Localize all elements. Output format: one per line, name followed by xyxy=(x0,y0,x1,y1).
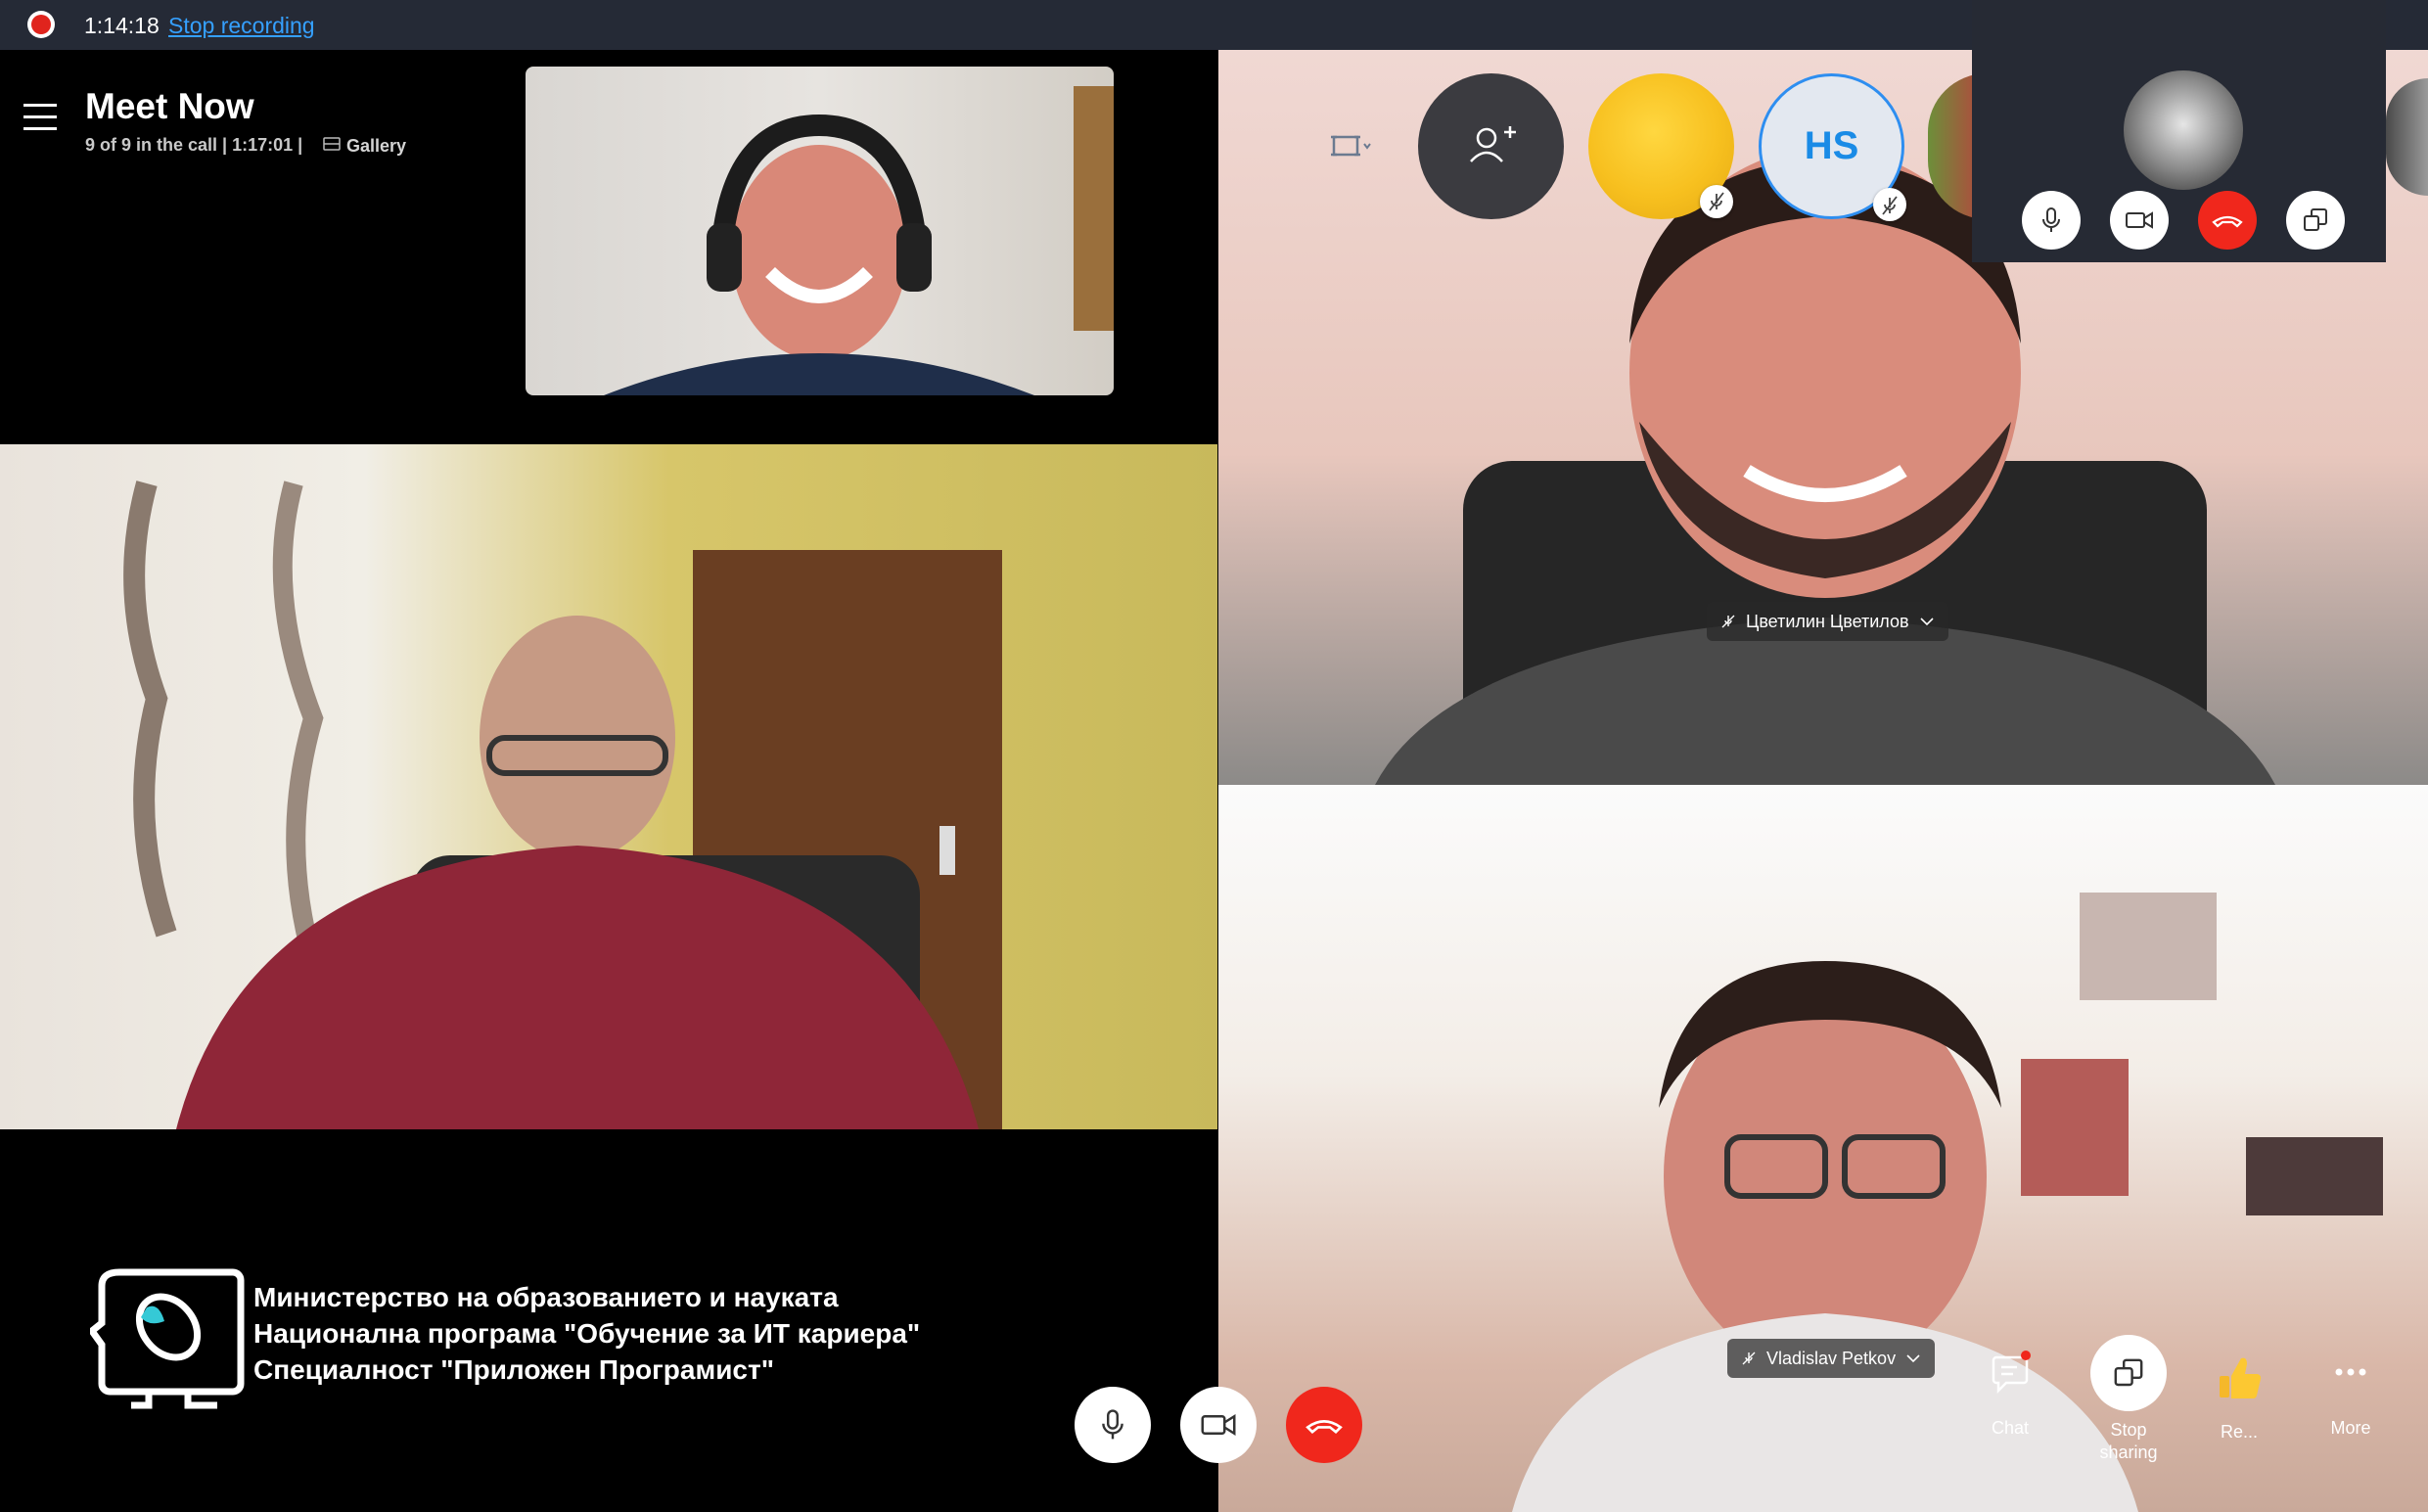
self-mic-button[interactable] xyxy=(2022,191,2081,250)
stop-sharing-button[interactable] xyxy=(2090,1335,2167,1411)
hangup-button[interactable] xyxy=(1286,1387,1362,1463)
stop-sharing-label: Stop sharing xyxy=(2070,1419,2187,1465)
watermark-line-2: Национална програма "Обучение за ИТ кари… xyxy=(253,1318,921,1349)
video-feed xyxy=(604,86,1114,395)
add-person-icon xyxy=(1470,126,1516,162)
stop-recording-link[interactable]: Stop recording xyxy=(168,13,315,39)
record-dot-icon xyxy=(27,11,55,38)
self-hangup-button[interactable] xyxy=(2198,191,2257,250)
thumbs-up-icon xyxy=(2220,1357,2262,1399)
participant-name: Цветилин Цветилов xyxy=(1746,611,1909,631)
react-button[interactable] xyxy=(2212,1351,2267,1405)
microphone-icon xyxy=(2042,207,2060,232)
add-people-button[interactable] xyxy=(1418,73,1564,219)
mic-off-icon xyxy=(1700,185,1733,218)
layout-icon[interactable] xyxy=(1331,131,1374,162)
chevron-down-icon xyxy=(1906,1354,1920,1363)
participant-avatar[interactable] xyxy=(1588,73,1734,219)
mic-off-icon xyxy=(1721,615,1735,628)
self-camera-button[interactable] xyxy=(2110,191,2169,250)
menu-hamburger-icon[interactable] xyxy=(23,104,57,131)
video-feed xyxy=(123,481,1002,1129)
more-button[interactable] xyxy=(2329,1358,2372,1386)
chat-icon xyxy=(1992,1351,2031,1395)
view-mode-gallery[interactable]: Gallery xyxy=(346,136,406,157)
mic-off-icon xyxy=(1873,188,1906,221)
camera-icon xyxy=(2126,211,2153,229)
stop-sharing-label-line2: sharing xyxy=(2099,1443,2158,1463)
self-share-button[interactable] xyxy=(2286,191,2345,250)
program-logo xyxy=(90,1268,245,1409)
recording-timer: 1:14:18 xyxy=(84,13,160,38)
participant-avatar-initials[interactable]: HS xyxy=(1759,73,1906,221)
call-status: 9 of 9 in the call | 1:17:01 | xyxy=(85,135,303,155)
watermark-line-1: Министерство на образованието и науката xyxy=(253,1282,839,1312)
video-tile-participant-1[interactable] xyxy=(526,67,1114,395)
stop-sharing-label-line1: Stop xyxy=(2110,1420,2147,1440)
participant-name-label[interactable]: Цветилин Цветилов xyxy=(1707,602,1948,641)
hangup-icon xyxy=(1306,1420,1343,1434)
chat-button[interactable] xyxy=(1975,1346,2045,1404)
chat-label: Chat xyxy=(1991,1418,2030,1438)
video-tile-participant-2[interactable] xyxy=(0,444,1217,1129)
share-screen-icon xyxy=(2114,1358,2143,1387)
camera-icon xyxy=(1201,1413,1236,1437)
mic-off-icon xyxy=(1742,1352,1756,1365)
self-avatar xyxy=(2124,70,2243,190)
more-icon xyxy=(2335,1368,2366,1376)
meeting-title: Meet Now xyxy=(85,86,254,126)
hangup-icon xyxy=(2212,215,2243,228)
chevron-down-icon xyxy=(1919,618,1934,626)
share-screen-icon xyxy=(2304,208,2327,231)
react-label: Re... xyxy=(2220,1422,2258,1442)
more-label: More xyxy=(2330,1418,2371,1438)
microphone-icon xyxy=(1102,1409,1123,1440)
camera-button[interactable] xyxy=(1180,1387,1257,1463)
avatar-initials: HS xyxy=(1804,124,1859,167)
participant-name: Vladislav Petkov xyxy=(1766,1348,1897,1368)
mic-button[interactable] xyxy=(1075,1387,1151,1463)
participant-name-label[interactable]: Vladislav Petkov xyxy=(1727,1339,1936,1378)
watermark-line-3: Специалност "Приложен Програмист" xyxy=(253,1354,774,1385)
gallery-icon xyxy=(323,137,341,151)
